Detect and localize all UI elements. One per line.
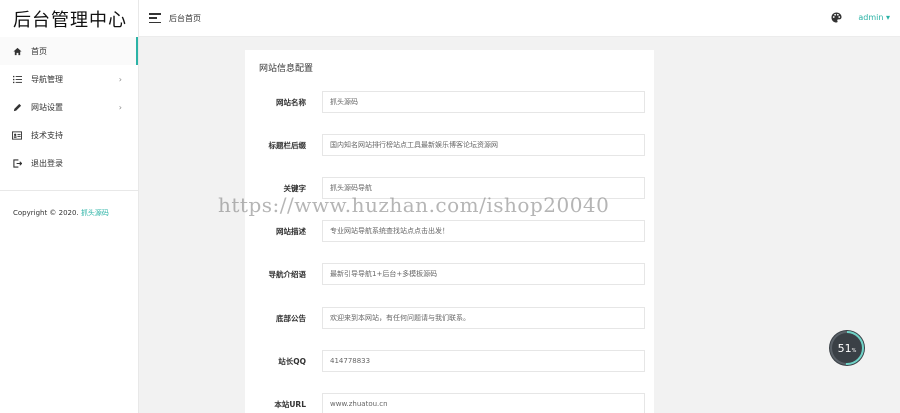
form-row-admin-qq: 站长QQ — [245, 350, 654, 372]
home-icon — [12, 46, 22, 56]
progress-value: 51 — [837, 341, 852, 355]
form-row-site-name: 网站名称 — [245, 91, 654, 113]
sidebar-item-label: 网站设置 — [31, 102, 63, 112]
form-label: 底部公告 — [276, 314, 306, 323]
keywords-input[interactable] — [322, 177, 645, 199]
sidebar-divider — [0, 190, 139, 191]
sidebar-item-logout[interactable]: 退出登录 — [0, 149, 138, 177]
copyright: Copyright © 2020. 抓头源码 — [13, 208, 109, 218]
sidebar-item-label: 首页 — [31, 46, 47, 56]
sidebar-item-site-settings[interactable]: 网站设置 › — [0, 93, 138, 121]
page-crumb[interactable]: 后台首页 — [169, 13, 201, 24]
form-label: 关键字 — [283, 184, 307, 193]
form-label: 网站名称 — [276, 98, 306, 107]
form-row-footer-notice: 底部公告 — [245, 307, 654, 329]
site-name-input[interactable] — [322, 91, 645, 113]
form-row-title-suffix: 标题栏后缀 — [245, 134, 654, 156]
top-bar: 后台首页 admin ▾ — [139, 0, 900, 37]
sidebar-item-label: 技术支持 — [31, 130, 63, 140]
copyright-text: Copyright © 2020. — [13, 209, 79, 217]
form-row-nav-intro: 导航介绍语 — [245, 263, 654, 285]
sidebar-item-label: 退出登录 — [31, 158, 63, 168]
list-icon — [12, 74, 22, 84]
menu-toggle-icon[interactable] — [149, 13, 161, 23]
id-card-icon — [12, 130, 22, 140]
progress-badge: 51% — [829, 330, 865, 366]
form-label: 标题栏后缀 — [268, 141, 307, 150]
form-label: 导航介绍语 — [268, 270, 307, 279]
title-suffix-input[interactable] — [322, 134, 645, 156]
form-label: 站长QQ — [278, 357, 306, 366]
progress-unit: % — [851, 347, 857, 354]
sidebar-item-home[interactable]: 首页 — [0, 37, 138, 65]
nav-intro-input[interactable] — [322, 263, 645, 285]
card-title: 网站信息配置 — [259, 64, 314, 74]
form-row-site-url: 本站URL — [245, 393, 654, 413]
admin-qq-input[interactable] — [322, 350, 645, 372]
site-config-card: 网站信息配置 网站名称 标题栏后缀 关键字 网站描述 导航介绍语 底部公告 站长… — [245, 50, 654, 413]
site-url-input[interactable] — [322, 393, 645, 413]
sidebar-item-tech-support[interactable]: 技术支持 — [0, 121, 138, 149]
user-menu[interactable]: admin ▾ — [858, 13, 890, 22]
sidebar: 后台管理中心 首页 导航管理 › 网站设置 › 技术支持 退出登录 Copyri — [0, 0, 139, 413]
pencil-icon — [12, 102, 22, 112]
form-label: 本站URL — [274, 400, 306, 409]
chevron-right-icon: › — [118, 74, 122, 84]
description-input[interactable] — [322, 220, 645, 242]
chevron-right-icon: › — [118, 102, 122, 112]
logout-icon — [12, 158, 22, 168]
copyright-brand-link[interactable]: 抓头源码 — [81, 209, 109, 217]
sidebar-item-nav-manage[interactable]: 导航管理 › — [0, 65, 138, 93]
form-label: 网站描述 — [276, 227, 306, 236]
form-row-keywords: 关键字 — [245, 177, 654, 199]
sidebar-item-label: 导航管理 — [31, 74, 63, 84]
palette-icon[interactable] — [831, 12, 842, 23]
footer-notice-input[interactable] — [322, 307, 645, 329]
app-logo: 后台管理中心 — [13, 9, 127, 31]
form-row-description: 网站描述 — [245, 220, 654, 242]
